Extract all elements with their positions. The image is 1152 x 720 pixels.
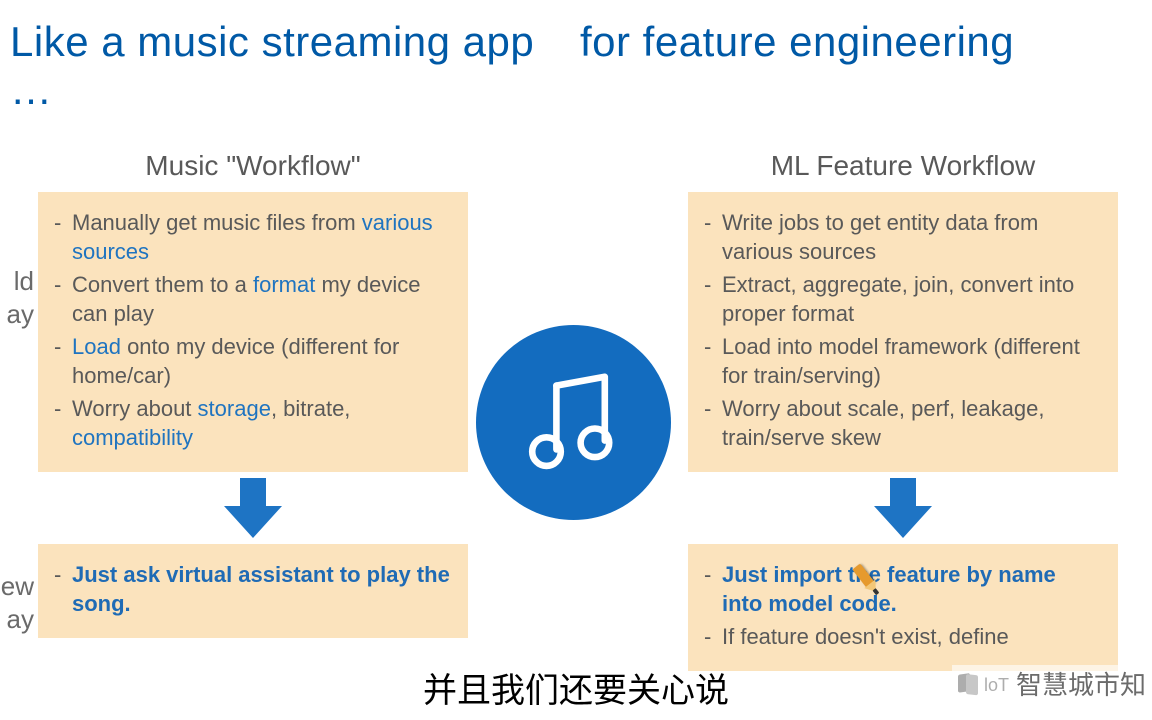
- title-right: for feature engineering: [540, 18, 1014, 114]
- left-column: Music "Workflow" -Manually get music fil…: [38, 122, 468, 671]
- left-old-box: -Manually get music files from various s…: [38, 192, 468, 472]
- left-new-box: -Just ask virtual assistant to play the …: [38, 544, 468, 638]
- watermark-logo-icon: loT: [956, 669, 1010, 699]
- side-label-new: ew ay: [0, 570, 34, 635]
- watermark-text: 智慧城市知: [1016, 665, 1146, 702]
- right-old-item-1: -Write jobs to get entity data from vari…: [704, 208, 1102, 266]
- side-label-old-top: ld: [0, 265, 34, 298]
- middle-column: [468, 122, 678, 671]
- right-subhead: ML Feature Workflow: [771, 150, 1036, 182]
- left-old-item-4: -Worry about storage, bitrate, compatibi…: [54, 394, 452, 452]
- left-arrow: [218, 472, 288, 544]
- right-old-box: -Write jobs to get entity data from vari…: [688, 192, 1118, 472]
- arrow-down-icon: [218, 474, 288, 542]
- right-column: ML Feature Workflow -Write jobs to get e…: [688, 122, 1118, 671]
- side-label-new-top: ew: [0, 570, 34, 603]
- left-old-item-3: -Load onto my device (different for home…: [54, 332, 452, 390]
- right-new-item-1: -Just import the feature by name into mo…: [704, 560, 1102, 618]
- svg-text:loT: loT: [984, 675, 1009, 695]
- right-new-item-2: -If feature doesn't exist, define: [704, 622, 1102, 651]
- music-circle: [476, 325, 671, 520]
- left-subhead: Music "Workflow": [145, 150, 360, 182]
- right-old-item-2: -Extract, aggregate, join, convert into …: [704, 270, 1102, 328]
- columns: Music "Workflow" -Manually get music fil…: [0, 122, 1152, 671]
- right-new-box: -Just import the feature by name into mo…: [688, 544, 1118, 671]
- side-label-old: ld ay: [0, 265, 34, 330]
- side-label-old-bottom: ay: [0, 298, 34, 331]
- right-arrow: [868, 472, 938, 544]
- left-old-item-1: -Manually get music files from various s…: [54, 208, 452, 266]
- title-left: Like a music streaming app …: [10, 18, 540, 114]
- right-old-item-4: -Worry about scale, perf, leakage, train…: [704, 394, 1102, 452]
- music-note-icon: [519, 368, 629, 478]
- right-old-item-3: -Load into model framework (different fo…: [704, 332, 1102, 390]
- title-row: Like a music streaming app … for feature…: [0, 0, 1152, 122]
- watermark: loT 智慧城市知: [952, 665, 1146, 702]
- left-old-item-2: -Convert them to a format my device can …: [54, 270, 452, 328]
- side-label-new-bottom: ay: [0, 603, 34, 636]
- left-new-item-1: -Just ask virtual assistant to play the …: [54, 560, 452, 618]
- slide: Like a music streaming app … for feature…: [0, 0, 1152, 720]
- arrow-down-icon: [868, 474, 938, 542]
